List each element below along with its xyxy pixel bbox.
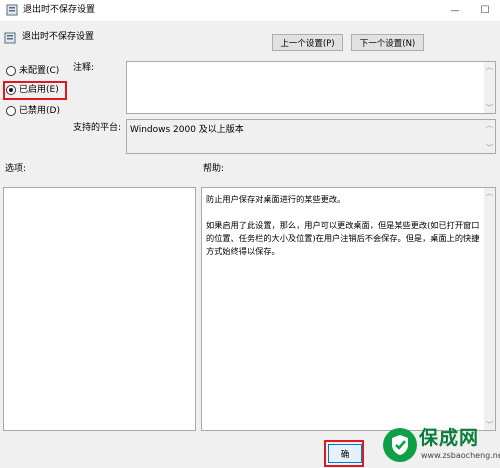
- shield-icon: [392, 435, 408, 455]
- window-title: 退出时不保存设置: [23, 5, 96, 15]
- platform-label: 支持的平台:: [73, 123, 122, 133]
- help-paragraph: 如果启用了此设置，那么，用户可以更改桌面，但是某些更改(如已打开窗口的位置、任务…: [206, 220, 480, 256]
- minimize-icon: —: [450, 5, 460, 16]
- scrollbar[interactable]: ︿ ﹀: [484, 62, 495, 113]
- options-panel: [3, 187, 196, 431]
- help-panel: 防止用户保存对桌面进行的某些更改。 如果启用了此设置，那么，用户可以更改桌面，但…: [201, 187, 496, 431]
- maximize-button[interactable]: ☐: [470, 0, 500, 21]
- radio-label: 未配置(C): [19, 66, 60, 76]
- policy-settings-icon: [6, 4, 18, 16]
- scrollbar[interactable]: ︿ ﹀: [484, 120, 495, 153]
- help-paragraph: 防止用户保存对桌面进行的某些更改。: [206, 194, 346, 204]
- watermark-url: www.zsbaocheng.net: [421, 451, 500, 460]
- comment-label: 注释:: [73, 63, 95, 73]
- scroll-up-icon[interactable]: ︿: [484, 188, 495, 198]
- scroll-down-icon[interactable]: ﹀: [484, 143, 495, 153]
- watermark-title: 保成网: [419, 427, 480, 449]
- radio-label: 已启用(E): [19, 85, 59, 95]
- ok-button-label: 确: [340, 449, 350, 460]
- platform-field: Windows 2000 及以上版本 ︿ ﹀: [126, 119, 496, 154]
- next-setting-button[interactable]: 下一个设置(N): [351, 34, 424, 51]
- options-label: 选项:: [5, 164, 27, 174]
- radio-enabled[interactable]: 已启用(E): [6, 84, 59, 96]
- setting-name: 退出时不保存设置: [22, 32, 95, 42]
- minimize-button[interactable]: —: [440, 0, 470, 21]
- radio-button[interactable]: [6, 85, 16, 95]
- platform-value: Windows 2000 及以上版本: [130, 125, 244, 135]
- scroll-up-icon[interactable]: ︿: [484, 120, 495, 130]
- comment-input[interactable]: ︿ ﹀: [126, 61, 496, 114]
- watermark-logo: [383, 428, 417, 462]
- maximize-icon: ☐: [480, 5, 490, 16]
- radio-button[interactable]: [6, 66, 16, 76]
- ok-button[interactable]: 确: [328, 444, 362, 463]
- radio-disabled[interactable]: 已禁用(D): [6, 105, 60, 117]
- radio-label: 已禁用(D): [19, 106, 60, 116]
- scroll-up-icon[interactable]: ︿: [484, 62, 495, 72]
- policy-settings-icon: [4, 32, 16, 44]
- scroll-down-icon[interactable]: ﹀: [484, 103, 495, 113]
- previous-setting-button[interactable]: 上一个设置(P): [272, 34, 343, 51]
- help-label: 帮助:: [203, 164, 225, 174]
- radio-button[interactable]: [6, 106, 16, 116]
- radio-not-configured[interactable]: 未配置(C): [6, 65, 59, 77]
- scroll-down-icon[interactable]: ﹀: [484, 420, 495, 430]
- scrollbar[interactable]: ︿ ﹀: [484, 188, 495, 430]
